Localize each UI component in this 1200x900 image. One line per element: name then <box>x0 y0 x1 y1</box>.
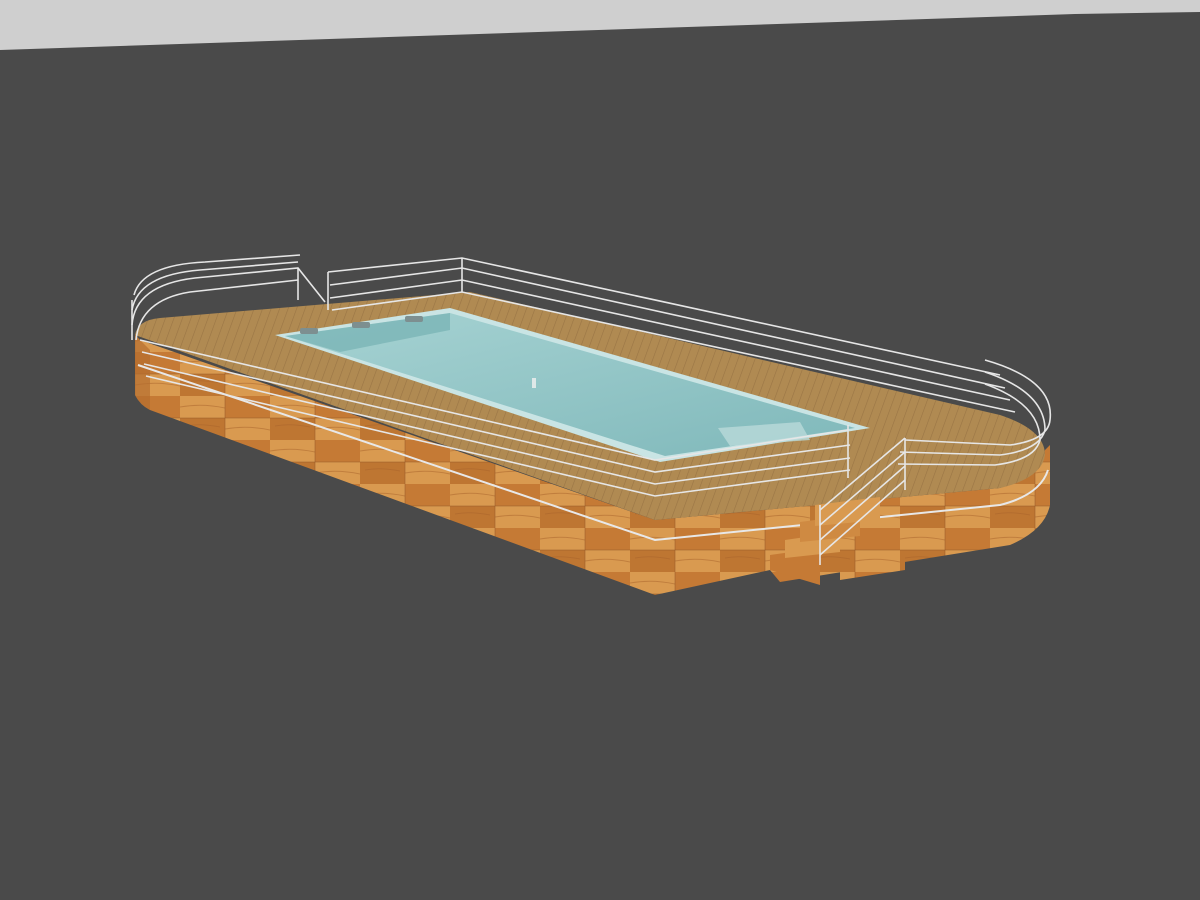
horizon-band <box>0 0 1200 50</box>
pool-render-scene <box>0 0 1200 595</box>
